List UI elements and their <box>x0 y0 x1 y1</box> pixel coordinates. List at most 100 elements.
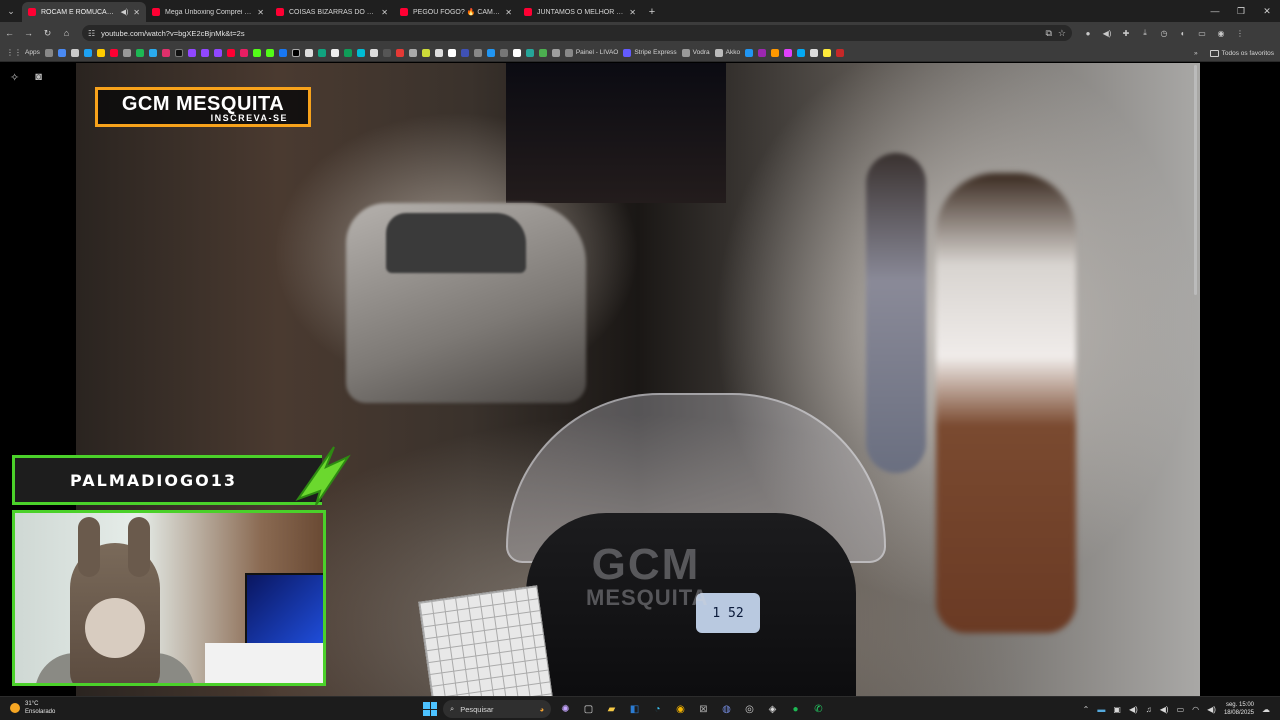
address-bar[interactable]: ☷ youtube.com/watch?v=bgXE2cBjnMk&t=2s ⧉… <box>82 25 1072 41</box>
bookmark-item[interactable] <box>57 48 66 57</box>
terminal-icon[interactable]: ⊠ <box>695 701 712 718</box>
obs-icon[interactable]: ◎ <box>741 701 758 718</box>
forward-icon[interactable]: → <box>19 23 38 43</box>
bookmark-item[interactable] <box>836 48 845 57</box>
tray-sound-icon[interactable]: ◀) <box>1207 705 1216 714</box>
site-info-icon[interactable]: ☷ <box>88 29 95 38</box>
bookmark-item[interactable] <box>356 48 365 57</box>
notification-icon[interactable]: ☁ <box>1262 705 1270 714</box>
bookmark-item[interactable] <box>460 48 469 57</box>
tab-4[interactable]: JUNTAMOS O MELHOR DO BOI ✕ <box>518 2 642 22</box>
bookmark-stripe[interactable]: Stripe Express <box>623 48 677 57</box>
tab-search-icon[interactable]: ⌄ <box>0 0 22 22</box>
video-player[interactable]: 1 52 GCM MESQUITA ✧ ◙ GCM MESQUITA INSCR… <box>0 63 1280 696</box>
close-tab-icon[interactable]: ✕ <box>381 8 388 17</box>
cast-icon[interactable]: ▭ <box>1194 25 1210 41</box>
all-bookmarks[interactable]: » Todos os favoritos <box>1194 44 1274 62</box>
home-icon[interactable]: ⌂ <box>57 23 76 43</box>
bookmark-item[interactable] <box>499 48 508 57</box>
bookmark-item[interactable] <box>109 48 118 57</box>
new-tab-button[interactable]: + <box>642 2 662 22</box>
bookmark-item[interactable] <box>122 48 131 57</box>
bookmark-item[interactable] <box>745 48 754 57</box>
scrollbar[interactable] <box>1194 65 1197 295</box>
more-bookmarks-icon[interactable]: » <box>1194 50 1198 57</box>
bookmark-item[interactable] <box>187 48 196 57</box>
back-icon[interactable]: ← <box>0 23 19 43</box>
bookmark-item[interactable] <box>174 48 183 57</box>
outlook-icon[interactable]: ◧ <box>626 701 643 718</box>
bookmark-item[interactable] <box>70 48 79 57</box>
bookmark-vodra[interactable]: Vodra <box>681 48 710 57</box>
close-tab-icon[interactable]: ✕ <box>257 8 264 17</box>
bookmark-item[interactable] <box>304 48 313 57</box>
bookmark-item[interactable] <box>317 48 326 57</box>
tab-2[interactable]: COISAS BIZARRAS DO SEVEN IN ✕ <box>270 2 394 22</box>
bookmark-item[interactable] <box>161 48 170 57</box>
start-icon[interactable] <box>423 702 437 716</box>
extension-icon[interactable]: ● <box>1080 25 1096 41</box>
bookmark-item[interactable] <box>525 48 534 57</box>
reload-icon[interactable]: ↻ <box>38 23 57 43</box>
bookmark-item[interactable] <box>823 48 832 57</box>
bookmark-item[interactable] <box>369 48 378 57</box>
bookmark-item[interactable] <box>96 48 105 57</box>
close-tab-icon[interactable]: ✕ <box>505 8 512 17</box>
bookmark-item[interactable] <box>382 48 391 57</box>
bookmark-item[interactable] <box>421 48 430 57</box>
bookmark-item[interactable] <box>213 48 222 57</box>
tray-chevron-icon[interactable]: ⌃ <box>1083 705 1090 714</box>
tab-1[interactable]: Mega Unboxing Comprei Vario ✕ <box>146 2 270 22</box>
bookmark-item[interactable] <box>265 48 274 57</box>
chrome-icon[interactable]: ◉ <box>672 701 689 718</box>
bookmark-item[interactable] <box>810 48 819 57</box>
bookmark-item[interactable] <box>797 48 806 57</box>
minimize-icon[interactable]: — <box>1202 0 1228 22</box>
bookmark-item[interactable] <box>758 48 767 57</box>
magic-wand-icon[interactable]: ✧ <box>10 71 19 84</box>
bookmark-akko[interactable]: Akko <box>714 48 740 57</box>
task-view-icon[interactable]: ▢ <box>580 701 597 718</box>
bookmark-painel[interactable]: Painel - LIVAO <box>564 48 618 57</box>
bookmark-item[interactable] <box>447 48 456 57</box>
tray-wifi-icon[interactable]: ◠ <box>1192 705 1199 714</box>
bookmark-item[interactable] <box>291 48 300 57</box>
bookmark-item[interactable] <box>408 48 417 57</box>
bookmark-item[interactable] <box>148 48 157 57</box>
bookmark-item[interactable] <box>771 48 780 57</box>
bookmark-item[interactable] <box>239 48 248 57</box>
bookmark-item[interactable] <box>473 48 482 57</box>
file-explorer-icon[interactable]: ▰ <box>603 701 620 718</box>
bookmark-item[interactable] <box>44 48 53 57</box>
maximize-icon[interactable]: ❐ <box>1228 0 1254 22</box>
bookmark-item[interactable] <box>434 48 443 57</box>
menu-icon[interactable]: ⋮ <box>1232 25 1248 41</box>
bookmark-item[interactable] <box>395 48 404 57</box>
copilot-icon[interactable]: ✺ <box>557 701 574 718</box>
camera-icon[interactable]: ◙ <box>35 71 42 84</box>
tray-network-icon[interactable]: ▭ <box>1177 705 1185 714</box>
speaker-icon[interactable]: ◀) <box>121 8 129 16</box>
download-icon[interactable]: ⤓ <box>1137 25 1153 41</box>
close-window-icon[interactable]: ✕ <box>1254 0 1280 22</box>
taskbar-search[interactable]: ⌕ Pesquisar ◕ <box>443 700 551 718</box>
tab-0[interactable]: ROCAM E ROMUCAM JUNTAS ◀) ✕ <box>22 2 146 22</box>
puzzle-icon[interactable]: ✚ <box>1118 25 1134 41</box>
install-icon[interactable]: ⧉ <box>1045 28 1051 39</box>
tab-3[interactable]: PEGOU FOGO? 🔥 CAMARIM ✕ <box>394 2 518 22</box>
bookmark-item[interactable] <box>486 48 495 57</box>
steam-icon[interactable]: ◈ <box>764 701 781 718</box>
profile-icon[interactable]: ◉ <box>1213 25 1229 41</box>
tray-volume-icon[interactable]: ◀) <box>1160 705 1169 714</box>
media-icon[interactable]: ◀) <box>1099 25 1115 41</box>
bookmark-item[interactable] <box>512 48 521 57</box>
tray-speaker-icon[interactable]: ◀) <box>1129 705 1138 714</box>
clock[interactable]: seg. 15:00 18/08/2025 <box>1224 701 1254 717</box>
bookmark-apps[interactable]: ⋮⋮ Apps <box>6 48 40 57</box>
close-tab-icon[interactable]: ✕ <box>133 8 140 17</box>
bookmark-item[interactable] <box>226 48 235 57</box>
close-tab-icon[interactable]: ✕ <box>629 8 636 17</box>
whatsapp-icon[interactable]: ✆ <box>810 701 827 718</box>
tray-security-icon[interactable]: ▣ <box>1113 705 1121 714</box>
bookmark-item[interactable] <box>135 48 144 57</box>
